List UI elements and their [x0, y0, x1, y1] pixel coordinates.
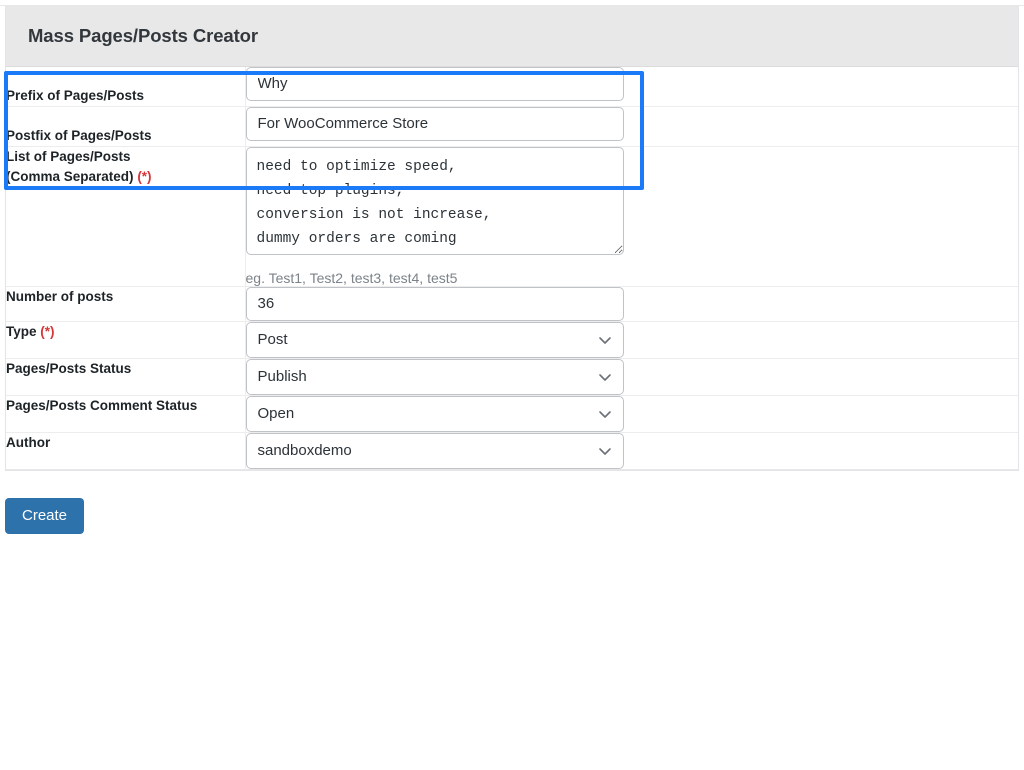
chevron-down-icon	[598, 407, 612, 421]
label-list-line1: List of Pages/Posts	[6, 148, 131, 164]
type-select[interactable]: Post	[245, 321, 624, 358]
label-author: Author	[6, 432, 246, 470]
comment-status-select[interactable]: Open	[245, 395, 624, 432]
chevron-down-icon	[598, 370, 612, 384]
author-select-value: sandboxdemo	[257, 442, 352, 460]
author-select[interactable]: sandboxdemo	[245, 432, 624, 469]
prefix-input[interactable]	[245, 67, 624, 101]
page-title: Mass Pages/Posts Creator	[28, 25, 258, 46]
field-type: Post	[245, 321, 1018, 358]
field-author: sandboxdemo	[245, 432, 1018, 469]
list-textarea[interactable]: need to optimize speed, need top plugins…	[245, 146, 624, 255]
label-type: Type (*)	[6, 321, 246, 359]
label-list: List of Pages/Posts (Comma Separated) (*…	[6, 146, 246, 287]
label-list-line2: (Comma Separated)	[6, 168, 134, 184]
table-row-comment-status: Pages/Posts Comment Status Open	[6, 395, 1018, 433]
label-comment-status: Pages/Posts Comment Status	[6, 395, 246, 433]
status-select[interactable]: Publish	[245, 358, 624, 395]
field-prefix	[245, 67, 1018, 106]
field-postfix	[245, 106, 1018, 146]
table-row-number-of-posts: Number of posts	[6, 286, 1018, 322]
chevron-down-icon	[598, 333, 612, 347]
form-footer: Create	[0, 471, 1024, 535]
required-marker-type: (*)	[40, 323, 55, 339]
label-type-text: Type	[6, 323, 37, 339]
settings-form-table: Prefix of Pages/Posts Postfix of Pages/P…	[6, 67, 1018, 470]
field-list: need to optimize speed, need top plugins…	[245, 146, 1018, 286]
required-marker-list: (*)	[137, 168, 152, 184]
field-status: Publish	[245, 358, 1018, 395]
list-help-text: eg. Test1, Test2, test3, test4, test5	[245, 269, 458, 286]
mass-pages-posts-creator-page: Mass Pages/Posts Creator Prefix of Pages…	[0, 0, 1024, 770]
field-number-of-posts	[245, 286, 1018, 321]
label-prefix: Prefix of Pages/Posts	[6, 67, 246, 107]
field-comment-status: Open	[245, 395, 1018, 432]
table-row-author: Author sandboxdemo	[6, 432, 1018, 470]
panel-header: Mass Pages/Posts Creator	[6, 6, 1018, 67]
chevron-down-icon	[598, 444, 612, 458]
table-row-prefix: Prefix of Pages/Posts	[6, 67, 1018, 107]
label-postfix: Postfix of Pages/Posts	[6, 106, 246, 147]
table-row-status: Pages/Posts Status Publish	[6, 358, 1018, 396]
number-of-posts-input[interactable]	[245, 286, 624, 321]
comment-status-select-value: Open	[257, 405, 295, 423]
status-select-value: Publish	[257, 368, 307, 386]
settings-panel: Mass Pages/Posts Creator Prefix of Pages…	[5, 6, 1019, 471]
table-row-postfix: Postfix of Pages/Posts	[6, 106, 1018, 147]
type-select-value: Post	[257, 331, 288, 349]
table-row-type: Type (*) Post	[6, 321, 1018, 359]
label-number-of-posts: Number of posts	[6, 286, 246, 322]
postfix-input[interactable]	[245, 106, 624, 141]
create-button[interactable]: Create	[5, 497, 85, 535]
label-status: Pages/Posts Status	[6, 358, 246, 396]
table-row-list: List of Pages/Posts (Comma Separated) (*…	[6, 146, 1018, 287]
